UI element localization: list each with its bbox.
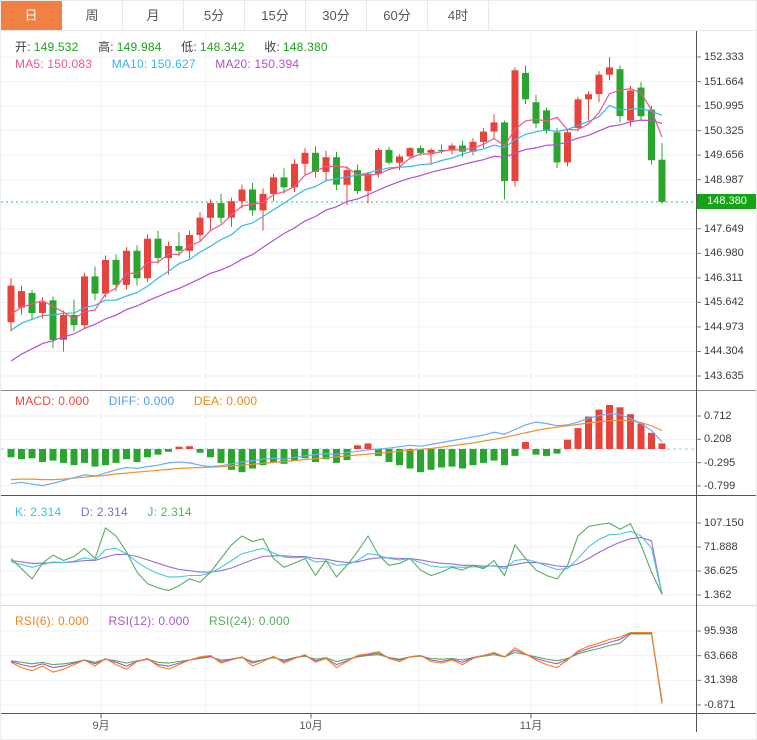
diff-legend: DIFF: 0.000 <box>109 394 175 408</box>
y-axis-tick-label: 0.208 <box>704 433 732 445</box>
y-axis-tick-label: 31.398 <box>704 674 738 686</box>
y-axis-tick-label: 150.325 <box>704 125 744 137</box>
high-label: 高: <box>98 40 114 54</box>
y-axis-tick-label: -0.799 <box>704 480 735 492</box>
x-axis-month-label: 11月 <box>520 717 542 733</box>
y-axis-tick-label: 95.938 <box>704 625 738 637</box>
close-value: 148.380 <box>283 40 328 54</box>
tab-week[interactable]: 周 <box>62 1 123 30</box>
rsi6-legend: RSI(6): 0.000 <box>15 614 89 628</box>
last-price-tag: 148.380 <box>697 194 757 209</box>
tab-15min[interactable]: 15分 <box>245 1 306 30</box>
macd-legend-row: MACD: 0.000 DIFF: 0.000 DEA: 0.000 <box>15 394 273 408</box>
y-axis-tick-label: 152.333 <box>704 51 744 63</box>
y-axis-tick-label: 149.656 <box>704 149 744 161</box>
d-legend: D: 2.314 <box>81 505 128 519</box>
tab-5min[interactable]: 5分 <box>184 1 245 30</box>
ohlc-row: 开:149.532 高:149.984 低:148.342 收:148.380 <box>15 38 344 55</box>
k-legend: K: 2.314 <box>15 505 61 519</box>
y-axis-tick-label: 144.973 <box>704 321 744 333</box>
ma10-legend: MA10: 150.627 <box>112 57 196 71</box>
low-label: 低: <box>181 40 197 54</box>
y-axis-tick-label: 63.668 <box>704 650 738 662</box>
kline-chart-widget: 日 周 月 5分 15分 30分 60分 4时 开:149.532 高:149.… <box>0 0 757 740</box>
y-axis-tick-label: 0.712 <box>704 410 732 422</box>
x-axis-month-label: 9月 <box>92 717 109 733</box>
tab-day[interactable]: 日 <box>1 1 62 30</box>
y-axis-tick-label: 143.635 <box>704 370 744 382</box>
y-axis-tick-label: 71.888 <box>704 541 738 553</box>
tab-4hour[interactable]: 4时 <box>428 1 489 30</box>
y-axis-tick-label: -0.295 <box>704 457 735 469</box>
high-value: 149.984 <box>117 40 162 54</box>
y-axis-tick-label: 145.642 <box>704 296 744 308</box>
ma5-legend: MA5: 150.083 <box>15 57 92 71</box>
kdj-legend-row: K: 2.314 D: 2.314 J: 2.314 <box>15 505 208 519</box>
rsi12-legend: RSI(12): 0.000 <box>109 614 190 628</box>
low-value: 148.342 <box>200 40 245 54</box>
rsi-legend-row: RSI(6): 0.000 RSI(12): 0.000 RSI(24): 0.… <box>15 614 306 628</box>
ma-legend-row: MA5: 150.083 MA10: 150.627 MA20: 150.394 <box>15 57 315 71</box>
chart-plot-area[interactable] <box>1 1 757 740</box>
y-axis-tick-label: 151.664 <box>704 76 744 88</box>
j-legend: J: 2.314 <box>147 505 191 519</box>
rsi24-legend: RSI(24): 0.000 <box>209 614 290 628</box>
y-axis-tick-label: -0.871 <box>704 699 735 711</box>
y-axis-tick-label: 146.980 <box>704 247 744 259</box>
y-axis-tick-label: 148.987 <box>704 174 744 186</box>
close-label: 收: <box>264 40 280 54</box>
open-value: 149.532 <box>34 40 79 54</box>
x-axis-month-label: 10月 <box>299 717 322 733</box>
y-axis-tick-label: 36.625 <box>704 565 738 577</box>
macd-legend: MACD: 0.000 <box>15 394 89 408</box>
y-axis-tick-label: 150.995 <box>704 100 744 112</box>
y-axis-tick-label: 1.362 <box>704 589 732 601</box>
tab-30min[interactable]: 30分 <box>306 1 367 30</box>
open-label: 开: <box>15 40 31 54</box>
ma20-legend: MA20: 150.394 <box>215 57 299 71</box>
tab-60min[interactable]: 60分 <box>367 1 428 30</box>
y-axis-tick-label: 107.150 <box>704 517 744 529</box>
tab-month[interactable]: 月 <box>123 1 184 30</box>
timeframe-tabbar: 日 周 月 5分 15分 30分 60分 4时 <box>1 1 756 31</box>
y-axis-tick-label: 146.311 <box>704 272 743 284</box>
y-axis-tick-label: 147.649 <box>704 223 744 235</box>
dea-legend: DEA: 0.000 <box>194 394 257 408</box>
y-axis-tick-label: 144.304 <box>704 345 744 357</box>
tabbar-spacer <box>489 1 756 30</box>
